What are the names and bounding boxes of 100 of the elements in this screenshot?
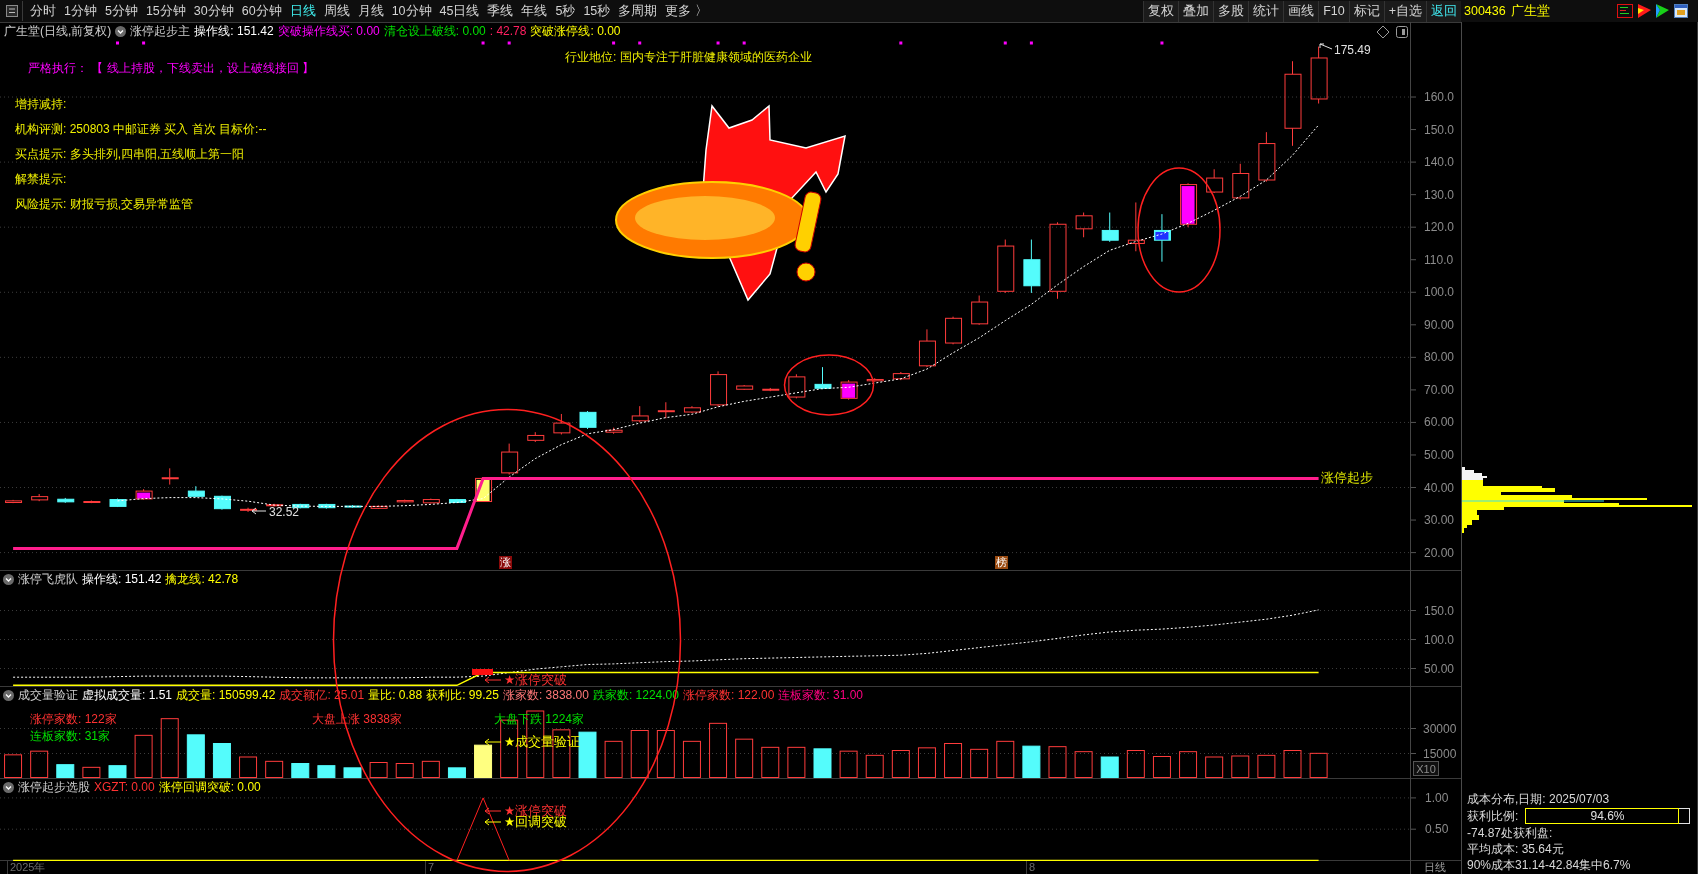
volume-bar [1283, 750, 1302, 778]
period-tab[interactable]: 日线 [285, 0, 320, 22]
period-tab[interactable]: 45日线 [435, 0, 484, 22]
toolbar-button[interactable]: +自选 [1383, 0, 1426, 22]
axis-label: 140.0 [1424, 155, 1455, 170]
candle [1075, 212, 1093, 238]
volume-bar [186, 734, 205, 778]
candle [814, 366, 832, 390]
period-tab[interactable]: 5分钟 [100, 0, 142, 22]
volume-bar [291, 763, 310, 778]
collapse-icon[interactable] [3, 782, 14, 793]
indicator-readout: 清仓设上破线: 0.00 [383, 24, 486, 39]
candle [31, 493, 49, 502]
volume-bar [82, 766, 101, 778]
layout-icon[interactable] [6, 5, 18, 17]
left-arrow-icon [484, 807, 502, 815]
period-tab[interactable]: 10分钟 [387, 0, 436, 22]
stock-code: 300436 [1464, 4, 1506, 18]
indicator-readout: 突破操作线买: 0.00 [277, 24, 380, 39]
period-tab[interactable]: 月线 [353, 0, 388, 22]
flag-icon[interactable] [1638, 4, 1651, 18]
candle [422, 498, 440, 504]
volume-bar [1048, 746, 1067, 778]
indicator-readout: 成交量: 150599.42 [176, 688, 276, 703]
collapse-icon[interactable] [115, 26, 127, 37]
low-price-label: 32.52 [269, 505, 300, 519]
volume-bar [239, 756, 258, 778]
volume-bar [1022, 745, 1041, 778]
period-tab[interactable]: 30分钟 [189, 0, 238, 22]
toolbar-button[interactable]: 返回 [1426, 0, 1461, 22]
indicator-readout: 虚拟成交量: 1.51 [82, 688, 173, 703]
candle [971, 295, 989, 326]
signal-label: ★涨停突破 [504, 804, 568, 818]
period-tab[interactable]: 15秒 [579, 0, 615, 22]
volume-bar [996, 740, 1015, 778]
toolbar-button[interactable]: 多股 [1213, 0, 1249, 22]
axis-label: 70.00 [1424, 382, 1455, 397]
signal-label: ★涨停突破 [504, 673, 568, 686]
triangle-icon[interactable] [1656, 4, 1669, 18]
volume-bar [369, 762, 388, 778]
toolbar-button[interactable]: 画线 [1283, 0, 1319, 22]
window-icon[interactable] [1674, 4, 1688, 18]
toolbar-button[interactable]: 复权 [1143, 0, 1179, 22]
toolbar-button[interactable]: 统计 [1248, 0, 1284, 22]
info-note: 风险提示: 财报亏损,交易异常监管 [15, 196, 194, 212]
indicator-readout: 操作线: 151.42 [82, 572, 162, 587]
axis-label: 30.00 [1424, 513, 1455, 528]
candle [161, 467, 179, 486]
indicator-readout: : 42.78 [489, 24, 527, 39]
candle [892, 371, 910, 381]
period-tab[interactable]: 更多 〉 [661, 0, 712, 22]
collapse-icon[interactable] [3, 574, 14, 585]
candle [945, 316, 963, 345]
period-tab[interactable]: 15分钟 [141, 0, 190, 22]
candle [1101, 212, 1119, 243]
volume-bar [1231, 755, 1250, 778]
volume-bar [395, 763, 414, 778]
candle [631, 405, 649, 423]
chip-info-line: 平均成本: 35.64元 [1467, 841, 1565, 857]
volume-bar [30, 750, 49, 778]
candle [448, 498, 466, 504]
axis-label: 1.00 [1425, 790, 1449, 805]
period-tab[interactable]: 多周期 [614, 0, 662, 22]
collapse-icon[interactable] [3, 690, 14, 701]
candle [344, 504, 362, 509]
period-tab[interactable]: 5秒 [551, 0, 580, 22]
period-tab[interactable]: 分时 [26, 0, 60, 22]
toolbar-button[interactable]: 叠加 [1178, 0, 1214, 22]
indicator-readout: 涨停家数: 122.00 [682, 688, 775, 703]
candle [475, 477, 493, 503]
candle [1023, 239, 1041, 294]
volume-bar [656, 730, 675, 778]
volume-bar [421, 760, 440, 778]
ranking-badge: 榜 [995, 556, 1008, 569]
volume-bar [56, 764, 75, 778]
toolbar-button[interactable]: 标记 [1348, 0, 1384, 22]
volume-bar [1152, 756, 1171, 778]
period-tab[interactable]: 60分钟 [237, 0, 286, 22]
panel-icon[interactable] [1396, 26, 1408, 38]
diamond-icon[interactable] [1376, 25, 1390, 39]
volume-bar [474, 744, 493, 778]
period-tab[interactable]: 周线 [319, 0, 354, 22]
axis-label: 15000 [1423, 746, 1457, 761]
info-note: 解禁提示: [15, 171, 68, 187]
period-tab[interactable]: 季线 [483, 0, 518, 22]
profit-ratio-label: 获利比例: [1467, 808, 1519, 824]
list-icon[interactable] [1617, 4, 1633, 18]
volume-bar [917, 747, 936, 778]
high-arrow-icon [1319, 43, 1333, 50]
candle [1206, 168, 1224, 194]
toolbar-button[interactable]: F10 [1318, 0, 1349, 22]
breakout-marker [472, 669, 493, 675]
period-tab[interactable]: 1分钟 [60, 0, 101, 22]
chart-title: 广生堂(日线,前复权) [4, 24, 112, 39]
industry-note: 行业地位: 国内专注于肝脏健康领域的医药企业 [565, 49, 812, 66]
period-tab[interactable]: 年线 [517, 0, 552, 22]
candle [527, 431, 545, 443]
volume-bar [134, 734, 153, 778]
volume-bar [891, 750, 910, 778]
candle [57, 497, 75, 504]
